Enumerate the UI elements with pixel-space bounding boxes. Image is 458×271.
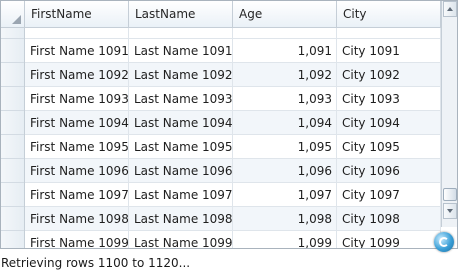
cell-firstname[interactable]: First Name 1099 — [25, 231, 129, 248]
cell-age[interactable]: 1,099 — [233, 231, 337, 248]
cell-lastname[interactable]: Last Name 1093 — [129, 87, 233, 111]
table-row[interactable]: First Name 1099 Last Name 1099 1,099 Cit… — [25, 231, 441, 248]
cell-lastname[interactable]: Last Name 1099 — [129, 231, 233, 248]
data-grid[interactable]: FirstName LastName Age City First Name 1… — [0, 0, 458, 249]
column-header-age[interactable]: Age — [233, 1, 337, 27]
row-header-divider — [1, 134, 24, 135]
cell-age — [233, 28, 337, 39]
cell-firstname[interactable]: First Name 1092 — [25, 63, 129, 87]
table-row[interactable]: First Name 1092 Last Name 1092 1,092 Cit… — [25, 63, 441, 87]
column-header-firstname[interactable]: FirstName — [25, 1, 129, 27]
scroll-down-button[interactable] — [443, 203, 457, 219]
cell-firstname[interactable]: First Name 1091 — [25, 39, 129, 63]
row-header-divider — [1, 86, 24, 87]
table-row[interactable]: First Name 1093 Last Name 1093 1,093 Cit… — [25, 87, 441, 111]
cell-age[interactable]: 1,098 — [233, 207, 337, 231]
table-row[interactable]: First Name 1095 Last Name 1095 1,095 Cit… — [25, 135, 441, 159]
cell-lastname[interactable]: Last Name 1096 — [129, 159, 233, 183]
cell-lastname[interactable]: Last Name 1092 — [129, 63, 233, 87]
cell-city[interactable]: City 1095 — [337, 135, 441, 159]
grid-body[interactable]: First Name 1091 Last Name 1091 1,091 Cit… — [25, 28, 441, 248]
cell-lastname[interactable]: Last Name 1098 — [129, 207, 233, 231]
cell-lastname[interactable]: Last Name 1094 — [129, 111, 233, 135]
cell-firstname[interactable]: First Name 1096 — [25, 159, 129, 183]
row-header-divider — [1, 110, 24, 111]
cell-city — [337, 28, 441, 39]
table-row[interactable]: First Name 1094 Last Name 1094 1,094 Cit… — [25, 111, 441, 135]
row-header-divider — [1, 62, 24, 63]
chevron-up-icon — [447, 7, 453, 11]
row-header-divider — [1, 38, 24, 39]
table-row[interactable]: First Name 1098 Last Name 1098 1,098 Cit… — [25, 207, 441, 231]
cell-firstname — [25, 28, 129, 39]
chevron-down-icon — [447, 209, 453, 213]
cell-firstname[interactable]: First Name 1093 — [25, 87, 129, 111]
row-header-divider — [1, 182, 24, 183]
cell-city[interactable]: City 1092 — [337, 63, 441, 87]
column-header-lastname[interactable]: LastName — [129, 1, 233, 27]
row-header-divider — [1, 206, 24, 207]
table-row-partial[interactable] — [25, 28, 441, 39]
column-header-row: FirstName LastName Age City — [1, 1, 441, 28]
cell-city[interactable]: City 1096 — [337, 159, 441, 183]
cell-age[interactable]: 1,095 — [233, 135, 337, 159]
vertical-scrollbar[interactable] — [441, 1, 457, 227]
row-header-divider — [1, 230, 24, 231]
cell-city[interactable]: City 1098 — [337, 207, 441, 231]
cell-age[interactable]: 1,096 — [233, 159, 337, 183]
table-row[interactable]: First Name 1097 Last Name 1097 1,097 Cit… — [25, 183, 441, 207]
spinner-ring — [439, 237, 449, 247]
cell-lastname — [129, 28, 233, 39]
cell-city[interactable]: City 1093 — [337, 87, 441, 111]
cell-age[interactable]: 1,093 — [233, 87, 337, 111]
cell-lastname[interactable]: Last Name 1097 — [129, 183, 233, 207]
column-header-city[interactable]: City — [337, 1, 441, 27]
loading-spinner-icon — [434, 232, 454, 252]
cell-lastname[interactable]: Last Name 1091 — [129, 39, 233, 63]
cell-age[interactable]: 1,094 — [233, 111, 337, 135]
cell-city[interactable]: City 1097 — [337, 183, 441, 207]
cell-firstname[interactable]: First Name 1095 — [25, 135, 129, 159]
cell-age[interactable]: 1,097 — [233, 183, 337, 207]
cell-age[interactable]: 1,091 — [233, 39, 337, 63]
cell-city[interactable]: City 1091 — [337, 39, 441, 63]
cell-city[interactable]: City 1099 — [337, 231, 441, 248]
status-text: Retrieving rows 1100 to 1120... — [1, 256, 191, 270]
row-header-column — [1, 28, 25, 248]
cell-city[interactable]: City 1094 — [337, 111, 441, 135]
table-row[interactable]: First Name 1091 Last Name 1091 1,091 Cit… — [25, 39, 441, 63]
cell-firstname[interactable]: First Name 1097 — [25, 183, 129, 207]
select-all-corner[interactable] — [1, 1, 25, 27]
table-row[interactable]: First Name 1096 Last Name 1096 1,096 Cit… — [25, 159, 441, 183]
scroll-thumb[interactable] — [443, 188, 457, 201]
scroll-up-button[interactable] — [443, 1, 457, 17]
cell-firstname[interactable]: First Name 1094 — [25, 111, 129, 135]
select-all-triangle-icon — [12, 15, 21, 24]
cell-lastname[interactable]: Last Name 1095 — [129, 135, 233, 159]
cell-age[interactable]: 1,092 — [233, 63, 337, 87]
row-header-divider — [1, 158, 24, 159]
cell-firstname[interactable]: First Name 1098 — [25, 207, 129, 231]
